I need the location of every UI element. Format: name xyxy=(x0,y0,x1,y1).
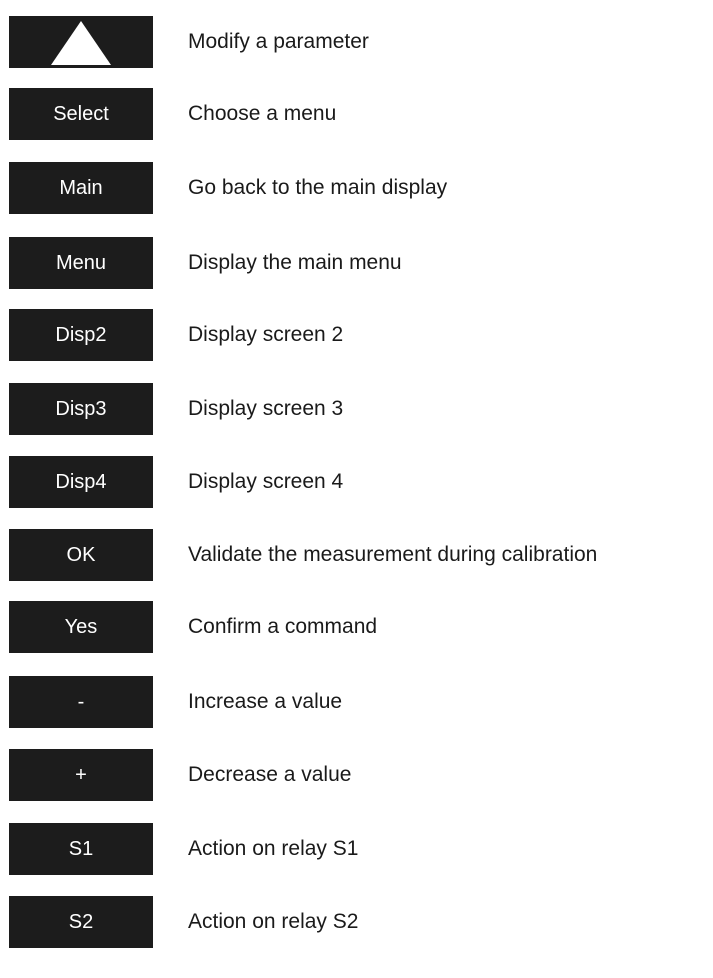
yes-key[interactable]: Yes xyxy=(9,601,153,653)
key-description: Modify a parameter xyxy=(188,30,369,53)
key-description: Display screen 3 xyxy=(188,397,344,420)
ok-key[interactable]: OK xyxy=(9,529,153,581)
key-legend: Modify a parameter Select Choose a menu … xyxy=(0,0,713,978)
main-key[interactable]: Main xyxy=(9,162,153,214)
minus-key[interactable]: - xyxy=(9,676,153,728)
disp2-key[interactable]: Disp2 xyxy=(9,309,153,361)
key-description: Increase a value xyxy=(188,690,343,713)
legend-row-plus: + Decrease a value xyxy=(0,749,713,801)
key-description: Display the main menu xyxy=(188,251,402,274)
legend-row-menu: Menu Display the main menu xyxy=(0,237,713,289)
key-description: Validate the measurement during calibrat… xyxy=(188,543,598,566)
key-description: Display screen 2 xyxy=(188,323,344,346)
select-key[interactable]: Select xyxy=(9,88,153,140)
key-description: Confirm a command xyxy=(188,615,378,638)
s2-key[interactable]: S2 xyxy=(9,896,153,948)
legend-row-s1: S1 Action on relay S1 xyxy=(0,823,713,875)
key-description: Action on relay S2 xyxy=(188,910,359,933)
key-description: Decrease a value xyxy=(188,763,352,786)
legend-row-disp3: Disp3 Display screen 3 xyxy=(0,383,713,435)
legend-row-ok: OK Validate the measurement during calib… xyxy=(0,529,713,581)
legend-row-yes: Yes Confirm a command xyxy=(0,601,713,653)
legend-row-minus: - Increase a value xyxy=(0,676,713,728)
s1-key[interactable]: S1 xyxy=(9,823,153,875)
plus-key[interactable]: + xyxy=(9,749,153,801)
key-description: Display screen 4 xyxy=(188,470,344,493)
legend-row-select: Select Choose a menu xyxy=(0,88,713,140)
triangle-up-icon xyxy=(51,21,111,65)
menu-key[interactable]: Menu xyxy=(9,237,153,289)
legend-row-s2: S2 Action on relay S2 xyxy=(0,896,713,948)
legend-row-disp2: Disp2 Display screen 2 xyxy=(0,309,713,361)
up-arrow-key[interactable] xyxy=(9,16,153,68)
legend-row-modify-parameter: Modify a parameter xyxy=(0,16,713,68)
key-description: Go back to the main display xyxy=(188,176,448,199)
legend-row-disp4: Disp4 Display screen 4 xyxy=(0,456,713,508)
disp3-key[interactable]: Disp3 xyxy=(9,383,153,435)
key-description: Choose a menu xyxy=(188,102,337,125)
key-description: Action on relay S1 xyxy=(188,837,359,860)
legend-row-main: Main Go back to the main display xyxy=(0,162,713,214)
disp4-key[interactable]: Disp4 xyxy=(9,456,153,508)
